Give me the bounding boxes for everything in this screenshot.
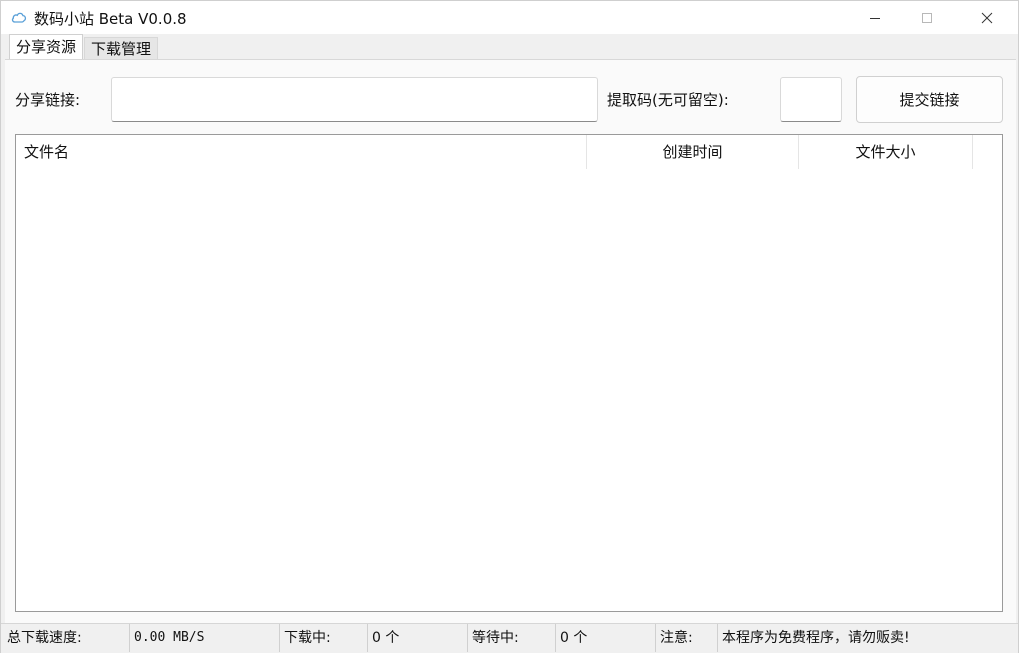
maximize-button[interactable] [904, 1, 950, 34]
column-header-filename[interactable]: 文件名 [16, 135, 586, 169]
notice-text: 本程序为免费程序，请勿贩卖! [717, 624, 1017, 652]
total-speed-value: 0.00 MB/S [129, 624, 279, 652]
tab-strip: 分享资源 下载管理 [1, 34, 1018, 60]
window-title: 数码小站 Beta V0.0.8 [34, 10, 187, 28]
column-header-created-time[interactable]: 创建时间 [586, 135, 798, 169]
tab-download-manager[interactable]: 下载管理 [84, 37, 159, 59]
share-link-label: 分享链接: [9, 78, 109, 122]
close-icon [981, 12, 993, 24]
waiting-label: 等待中: [467, 624, 555, 652]
notice-label: 注意: [655, 624, 717, 652]
waiting-count: 0 个 [555, 624, 655, 652]
extraction-code-label: 提取码(无可留空): [607, 78, 777, 122]
submit-link-button[interactable]: 提交链接 [856, 76, 1003, 123]
share-link-input[interactable] [111, 77, 598, 122]
cloud-icon [11, 10, 27, 24]
minimize-icon [869, 12, 881, 24]
share-resources-panel: 分享链接: 提取码(无可留空): 提交链接 文件名 创建时间 文件大小 [5, 59, 1016, 624]
app-window: 数码小站 Beta V0.0.8 分享资源 下载管理 分享链接: 提取码(无可留… [0, 0, 1019, 653]
downloading-count: 0 个 [367, 624, 467, 652]
close-button[interactable] [964, 1, 1010, 34]
extraction-code-input[interactable] [780, 77, 842, 122]
minimize-button[interactable] [852, 1, 898, 34]
file-list-table[interactable]: 文件名 创建时间 文件大小 [15, 134, 1003, 612]
total-speed-label: 总下载速度: [7, 630, 82, 646]
tab-share-resources[interactable]: 分享资源 [9, 34, 84, 60]
title-bar[interactable]: 数码小站 Beta V0.0.8 [1, 1, 1018, 34]
column-header-file-size[interactable]: 文件大小 [798, 135, 973, 169]
downloading-label: 下载中: [279, 624, 367, 652]
maximize-icon [921, 12, 933, 24]
status-bar: 总下载速度: 0.00 MB/S 下载中: 0 个 等待中: 0 个 注意: 本… [1, 623, 1018, 653]
